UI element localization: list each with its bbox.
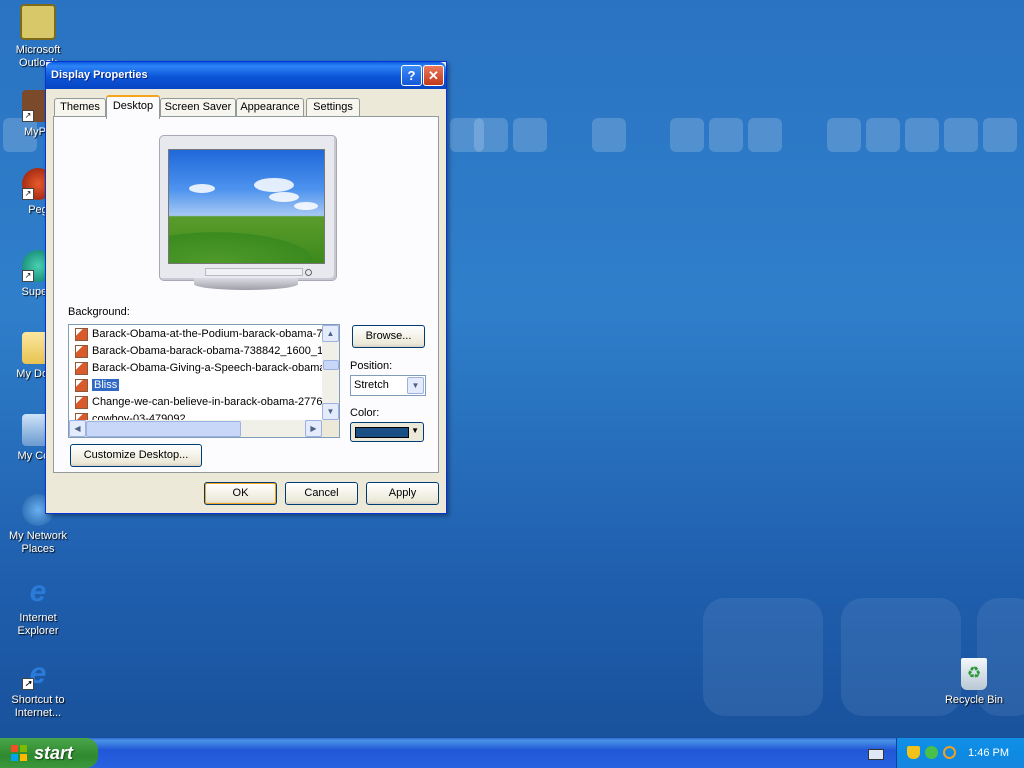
recycle-bin-icon: ♻ — [961, 658, 987, 690]
tab-themes[interactable]: Themes — [54, 98, 106, 117]
list-item[interactable]: Barack-Obama-at-the-Podium-barack-obama-… — [75, 326, 335, 342]
position-value: Stretch — [354, 379, 389, 391]
desktop-icon-label: Shortcut to Internet... — [11, 694, 65, 719]
background-label: Background: — [68, 306, 130, 318]
ok-button[interactable]: OK — [204, 482, 277, 505]
windows-flag-icon — [11, 745, 27, 761]
close-button[interactable]: ✕ — [423, 65, 444, 86]
shortcut-arrow-icon: ↗ — [22, 270, 34, 282]
desktop-icon-label: My Network Places — [8, 530, 68, 555]
internet-explorer-icon: e ↗ — [22, 658, 54, 690]
desktop-icon-recycle-bin[interactable]: ♻ Recycle Bin — [936, 658, 1012, 707]
clock[interactable]: 1:46 PM — [968, 747, 1009, 759]
position-select[interactable]: Stretch ▼ — [350, 375, 426, 396]
help-button[interactable]: ? — [401, 65, 422, 86]
chevron-down-icon: ▼ — [411, 426, 419, 435]
horizontal-scroll-thumb[interactable] — [86, 421, 241, 437]
image-file-icon — [75, 327, 88, 341]
list-item-selected[interactable]: Bliss — [75, 377, 120, 393]
cancel-button[interactable]: Cancel — [285, 482, 358, 505]
list-item[interactable]: Barack-Obama-Giving-a-Speech-barack-obam… — [75, 360, 335, 376]
position-label: Position: — [350, 360, 393, 372]
help-icon: ? — [407, 68, 416, 83]
scroll-left-button[interactable]: ◀ — [69, 420, 86, 437]
tab-screen-saver[interactable]: Screen Saver — [160, 98, 236, 117]
outlook-icon — [20, 4, 56, 40]
image-file-icon — [75, 344, 88, 358]
desktop-icon-label: Internet Explorer — [17, 612, 59, 637]
list-item[interactable]: Barack-Obama-barack-obama-738842_1600_12 — [75, 343, 329, 359]
start-label: start — [34, 743, 74, 763]
shortcut-arrow-icon: ↗ — [22, 110, 34, 122]
color-label: Color: — [350, 407, 380, 419]
vertical-scrollbar[interactable]: ▲ ▼ — [322, 325, 339, 420]
tab-appearance[interactable]: Appearance — [236, 98, 304, 117]
browse-button[interactable]: Browse... — [352, 325, 425, 348]
image-file-icon — [75, 361, 88, 375]
system-tray: 1:46 PM — [896, 738, 1024, 768]
start-button[interactable]: start — [0, 738, 98, 768]
apply-button[interactable]: Apply — [366, 482, 439, 505]
shortcut-arrow-icon: ↗ — [22, 188, 34, 200]
chevron-down-icon[interactable]: ▼ — [407, 377, 424, 394]
display-properties-dialog: Display Properties ? ✕ Themes Desktop Sc… — [45, 61, 447, 514]
monitor-stand — [194, 278, 298, 290]
desktop-icon-label: Recycle Bin — [944, 694, 1004, 706]
vertical-scroll-thumb[interactable] — [323, 360, 339, 370]
tab-settings[interactable]: Settings — [306, 98, 360, 117]
background-listbox[interactable]: Barack-Obama-at-the-Podium-barack-obama-… — [68, 324, 340, 438]
customize-desktop-button[interactable]: Customize Desktop... — [70, 444, 202, 467]
network-icon[interactable] — [925, 746, 938, 759]
scroll-right-button[interactable]: ▶ — [305, 420, 322, 437]
tab-desktop[interactable]: Desktop — [106, 95, 160, 119]
desktop-icon-shortcut-internet[interactable]: e ↗ Shortcut to Internet... — [0, 658, 76, 720]
power-led-icon — [305, 269, 312, 276]
horizontal-scrollbar[interactable]: ◀ ▶ — [69, 420, 322, 437]
image-file-icon — [75, 395, 88, 409]
scroll-down-button[interactable]: ▼ — [322, 403, 339, 420]
internet-explorer-icon: e — [29, 575, 47, 608]
monitor-preview — [159, 135, 337, 281]
search-icon[interactable] — [943, 746, 956, 759]
color-swatch — [355, 427, 409, 438]
dialog-titlebar[interactable]: Display Properties ? ✕ — [46, 62, 446, 89]
image-file-icon — [75, 378, 88, 392]
dialog-title: Display Properties — [51, 69, 148, 81]
wallpaper-preview — [168, 149, 325, 264]
desktop-tab-panel: Background: Barack-Obama-at-the-Podium-b… — [53, 116, 439, 473]
close-icon: ✕ — [428, 68, 439, 83]
list-item[interactable]: Change-we-can-believe-in-barack-obama-27… — [75, 394, 329, 410]
color-picker-button[interactable]: ▼ — [350, 422, 424, 442]
desktop-icon-internet-explorer[interactable]: e Internet Explorer — [0, 576, 76, 638]
security-shield-icon[interactable] — [907, 746, 920, 759]
keyboard-icon[interactable] — [868, 749, 884, 760]
shortcut-arrow-icon: ↗ — [22, 678, 34, 690]
scroll-up-button[interactable]: ▲ — [322, 325, 339, 342]
